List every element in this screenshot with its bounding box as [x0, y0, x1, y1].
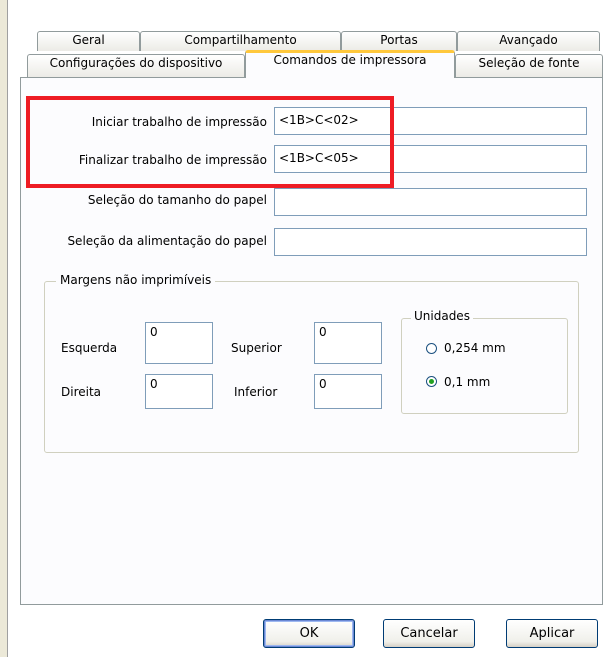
tab-configuracoes-do-dispositivo[interactable]: Configurações do dispositivo [27, 54, 245, 77]
tab-geral[interactable]: Geral [37, 31, 140, 51]
apply-button[interactable]: Aplicar [506, 619, 598, 648]
margin-right-input[interactable]: 0 [145, 374, 213, 409]
tab-portas[interactable]: Portas [341, 31, 457, 51]
margins-group-title: Margens não imprimíveis [56, 273, 216, 287]
tab-compartilhamento[interactable]: Compartilhamento [140, 31, 341, 51]
tab-comandos-de-impressora[interactable]: Comandos de impressora [245, 50, 455, 78]
paper-size-label: Seleção do tamanho do papel [87, 193, 267, 207]
margin-left-label: Esquerda [61, 341, 118, 355]
margin-top-input[interactable]: 0 [314, 322, 382, 364]
cancel-button[interactable]: Cancelar [383, 619, 475, 648]
units-group-title: Unidades [411, 309, 473, 323]
margin-left-input[interactable]: 0 [145, 322, 213, 364]
margin-bottom-input[interactable]: 0 [314, 374, 382, 409]
margin-right-label: Direita [61, 385, 102, 399]
paper-feed-label: Seleção da alimentação do papel [67, 234, 267, 248]
highlight-box [26, 96, 394, 188]
units-radio-01mm[interactable] [426, 376, 437, 387]
units-option-0254mm-label[interactable]: 0,254 mm [444, 341, 506, 355]
margin-top-label: Superior [231, 341, 282, 355]
tab-selecao-de-fonte[interactable]: Seleção de fonte [455, 54, 603, 77]
paper-size-input[interactable] [274, 188, 587, 216]
tab-avancado[interactable]: Avançado [457, 31, 600, 51]
ok-button[interactable]: OK [263, 619, 355, 648]
units-radio-0254mm[interactable] [426, 343, 437, 354]
margin-bottom-label: Inferior [234, 385, 278, 399]
window-left-edge [0, 0, 8, 657]
paper-feed-input[interactable] [274, 228, 587, 256]
units-option-01mm-label[interactable]: 0,1 mm [444, 375, 490, 389]
units-group [401, 318, 568, 414]
